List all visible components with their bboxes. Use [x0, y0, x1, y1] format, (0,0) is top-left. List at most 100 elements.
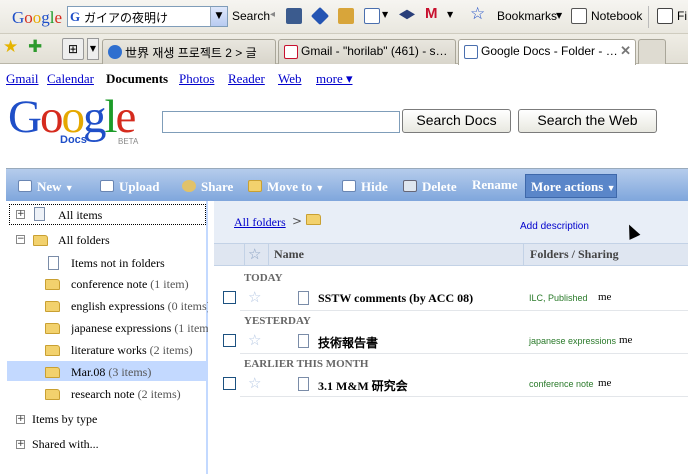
document-icon: [298, 377, 309, 391]
hide-icon: [342, 180, 356, 192]
close-icon[interactable]: ✕: [620, 43, 631, 59]
folder-icon: [33, 235, 48, 246]
new-label: New: [37, 179, 62, 194]
expand-icon[interactable]: +: [16, 210, 25, 219]
add-description-link[interactable]: Add description: [520, 221, 589, 232]
hide-button[interactable]: Hide: [342, 179, 388, 195]
book-icon[interactable]: [310, 6, 330, 26]
chevron-down-icon[interactable]: ▼: [210, 7, 227, 26]
delete-button[interactable]: Delete: [403, 179, 457, 195]
tab-list-icon[interactable]: ⊞: [62, 38, 84, 60]
gmail-icon: [284, 45, 298, 59]
ie-icon: [108, 45, 122, 59]
tab-korean-blog[interactable]: 世界 재생 프로젝트 2 > 글: [102, 39, 276, 64]
row-checkbox[interactable]: [223, 377, 236, 390]
tree-folder-english-expressions[interactable]: english expressions (0 items): [71, 299, 208, 314]
row-checkbox[interactable]: [223, 291, 236, 304]
tree-folder-conference-note[interactable]: conference note (1 item): [71, 277, 189, 292]
row-divider: [240, 396, 688, 397]
find-button[interactable]: Fi: [677, 9, 687, 23]
bookmark-star-icon[interactable]: ★: [3, 37, 18, 57]
all-items-icon: [34, 207, 45, 221]
nav-calendar[interactable]: Calendar: [47, 71, 94, 87]
folder-icon: [45, 323, 60, 334]
tree-folder-research-note[interactable]: research note (2 items): [71, 387, 181, 402]
document-icon: [48, 256, 59, 270]
doc-folder-label[interactable]: conference note: [529, 379, 594, 389]
doc-title[interactable]: SSTW comments (by ACC 08): [318, 291, 473, 306]
star-icon[interactable]: ☆: [248, 333, 261, 348]
calendar-icon[interactable]: [364, 8, 380, 24]
graduation-cap-icon[interactable]: [399, 9, 415, 20]
page-icon[interactable]: [286, 8, 302, 24]
chevron-down-icon: ▼: [315, 183, 325, 193]
folder-count: (2 items): [137, 387, 181, 401]
add-bookmark-icon[interactable]: ✚: [28, 37, 42, 57]
search-docs-button[interactable]: Search Docs: [402, 109, 511, 133]
document-icon: [298, 334, 309, 348]
star-icon[interactable]: ☆: [248, 290, 261, 305]
more-actions-button[interactable]: More actions ▼: [525, 174, 617, 198]
column-folders-sharing[interactable]: Folders / Sharing: [530, 247, 619, 262]
folder-name: literature works: [71, 343, 147, 357]
chevron-down-icon[interactable]: ▼: [87, 38, 99, 60]
tree-shared-with[interactable]: Shared with...: [32, 437, 99, 452]
nav-web[interactable]: Web: [278, 71, 302, 87]
column-divider: [523, 243, 524, 266]
tree-folder-mar08[interactable]: Mar.08 (3 items): [71, 365, 151, 380]
doc-title[interactable]: 技術報告書: [318, 334, 378, 351]
column-divider: [268, 243, 269, 266]
group-label-today: TODAY: [244, 272, 283, 284]
doc-owner: me: [598, 377, 612, 389]
expand-icon[interactable]: +: [16, 415, 25, 424]
breadcrumb-all-folders[interactable]: All folders: [234, 215, 286, 230]
notebook-button[interactable]: Notebook: [591, 9, 642, 23]
column-name[interactable]: Name: [274, 247, 304, 262]
tree-items-not-in-folders[interactable]: Items not in folders: [71, 256, 165, 271]
toolbar-search-input[interactable]: G ガイアの夜明け ▼: [67, 6, 228, 27]
move-to-button[interactable]: Move to ▼: [248, 179, 324, 195]
doc-title[interactable]: 3.1 M&M 研究会: [318, 377, 408, 394]
star-icon[interactable]: ☆: [248, 376, 261, 391]
tree-items-by-type[interactable]: Items by type: [32, 412, 97, 427]
tab-google-docs[interactable]: Google Docs - Folder - … ✕: [458, 39, 636, 65]
google-toolbar-logo[interactable]: Google: [12, 8, 62, 28]
hide-label: Hide: [361, 179, 388, 194]
new-tab-button[interactable]: [638, 39, 666, 64]
collapse-icon[interactable]: −: [16, 235, 25, 244]
notebook-icon[interactable]: [571, 8, 587, 24]
expand-icon[interactable]: +: [16, 440, 25, 449]
toolbar-search-button[interactable]: Search: [232, 9, 270, 23]
group-label-earlier: EARLIER THIS MONTH: [244, 358, 369, 370]
toolbar-divider: [648, 6, 649, 28]
tree-all-items[interactable]: All items: [58, 208, 102, 223]
tree-folder-japanese-expressions[interactable]: japanese expressions (1 item): [71, 321, 208, 336]
star-icon[interactable]: ☆: [470, 4, 485, 24]
search-web-button[interactable]: Search the Web: [518, 109, 657, 133]
nav-more[interactable]: more ▾: [316, 71, 353, 87]
star-column-icon[interactable]: ☆: [248, 247, 261, 262]
tree-all-folders[interactable]: All folders: [58, 233, 110, 248]
chevron-down-icon[interactable]: ▼: [447, 10, 453, 19]
pencil-icon[interactable]: [338, 8, 354, 24]
new-button[interactable]: New ▼: [18, 179, 74, 195]
chevron-down-icon[interactable]: ▼: [556, 11, 562, 20]
nav-gmail[interactable]: Gmail: [6, 71, 39, 87]
gmail-icon[interactable]: M: [425, 5, 438, 22]
nav-photos[interactable]: Photos: [179, 71, 214, 87]
rename-button[interactable]: Rename: [472, 177, 518, 193]
tab-gmail[interactable]: Gmail - "horilab" (461) - s…: [278, 39, 456, 64]
upload-button[interactable]: Upload: [100, 179, 159, 195]
row-checkbox[interactable]: [223, 334, 236, 347]
google-g-icon: G: [70, 9, 81, 24]
doc-folder-label[interactable]: japanese expressions: [529, 336, 616, 346]
trash-icon: [403, 180, 417, 192]
chevron-down-icon[interactable]: ▼: [382, 10, 388, 19]
find-icon[interactable]: [657, 8, 673, 24]
doc-folder-label[interactable]: ILC, Published: [529, 293, 588, 303]
docs-search-input[interactable]: [162, 111, 400, 133]
tree-folder-literature-works[interactable]: literature works (2 items): [71, 343, 193, 358]
share-button[interactable]: Share: [182, 179, 233, 195]
nav-reader[interactable]: Reader: [228, 71, 265, 87]
bookmarks-button[interactable]: Bookmarks: [497, 9, 557, 23]
